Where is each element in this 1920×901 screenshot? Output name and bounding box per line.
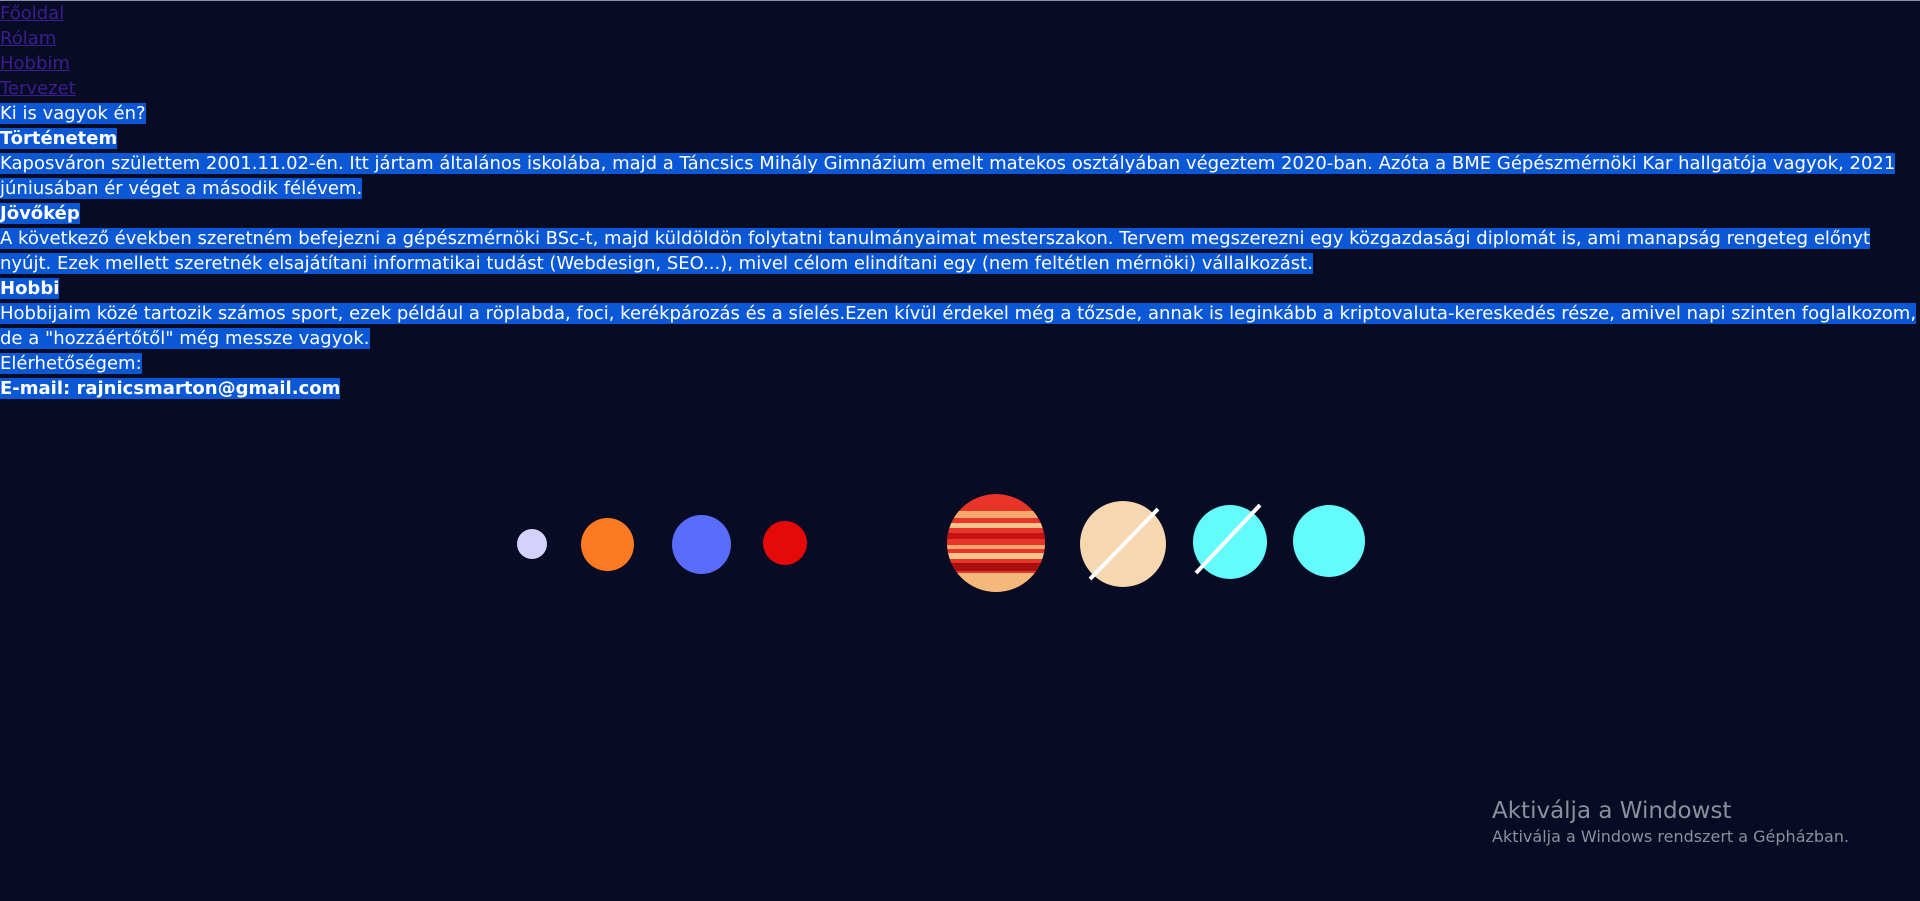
future-heading-row: Jövőkép (0, 201, 80, 226)
venus-planet (581, 518, 634, 571)
nav-link-hobbim[interactable]: Hobbim (0, 51, 70, 76)
intro-question: Ki is vagyok én? (0, 103, 146, 124)
future-paragraph-line-1: A következő években szeretném befejezni … (0, 226, 1871, 251)
saturn-planet (1080, 501, 1166, 587)
earth-planet (672, 515, 731, 574)
hobby-text-2: de a "hozzáértőtől" még messze vagyok. (0, 328, 370, 349)
hobby-paragraph-line-2: de a "hozzáértőtől" még messze vagyok. (0, 326, 370, 351)
contact-label: Elérhetőségem: (0, 353, 142, 374)
intro-section: Ki is vagyok én? (0, 101, 146, 126)
history-text-2: júniusában ér véget a második félévem. (0, 178, 363, 199)
hobby-text-1: Hobbijaim közé tartozik számos sport, ez… (0, 303, 1917, 324)
history-paragraph-line-2: júniusában ér véget a második félévem. (0, 176, 363, 201)
hobby-heading-row: Hobbi (0, 276, 60, 301)
main-nav: Főoldal Rólam Hobbim Tervezet (0, 1, 1920, 101)
watermark-subtitle: Aktiválja a Windows rendszert a Gépházba… (1492, 827, 1850, 846)
watermark-title: Aktiválja a Windowst (1492, 798, 1732, 824)
hobby-paragraph-line-1: Hobbijaim közé tartozik számos sport, ez… (0, 301, 1917, 326)
jupiter-planet (947, 494, 1045, 592)
contact-email[interactable]: E-mail: rajnicsmarton@gmail.com (0, 378, 341, 399)
solar-system (0, 0, 1920, 901)
future-paragraph-line-2: nyújt. Ezek mellett szeretnék elsajátíta… (0, 251, 1313, 276)
contact-email-row: E-mail: rajnicsmarton@gmail.com (0, 376, 341, 401)
mars-planet (763, 521, 807, 565)
future-text-1: A következő években szeretném befejezni … (0, 228, 1871, 249)
history-heading-row: Történetem (0, 126, 118, 151)
future-heading: Jövőkép (0, 203, 80, 224)
nav-link-tervezet[interactable]: Tervezet (0, 76, 76, 101)
history-paragraph-line-1: Kaposváron születtem 2001.11.02-én. Itt … (0, 151, 1896, 176)
mercury-planet (517, 529, 547, 559)
history-text-1: Kaposváron születtem 2001.11.02-én. Itt … (0, 153, 1896, 174)
contact-label-row: Elérhetőségem: (0, 351, 142, 376)
hobby-heading: Hobbi (0, 278, 60, 299)
future-text-2: nyújt. Ezek mellett szeretnék elsajátíta… (0, 253, 1313, 274)
windows-activation-watermark: Aktiválja a Windowst Aktiválja a Windows… (1492, 796, 1849, 848)
uranus-planet (1193, 503, 1267, 579)
history-heading: Történetem (0, 128, 118, 149)
nav-link-fooldal[interactable]: Főoldal (0, 1, 64, 26)
nav-link-rolam[interactable]: Rólam (0, 26, 56, 51)
neptune-planet (1293, 505, 1365, 577)
